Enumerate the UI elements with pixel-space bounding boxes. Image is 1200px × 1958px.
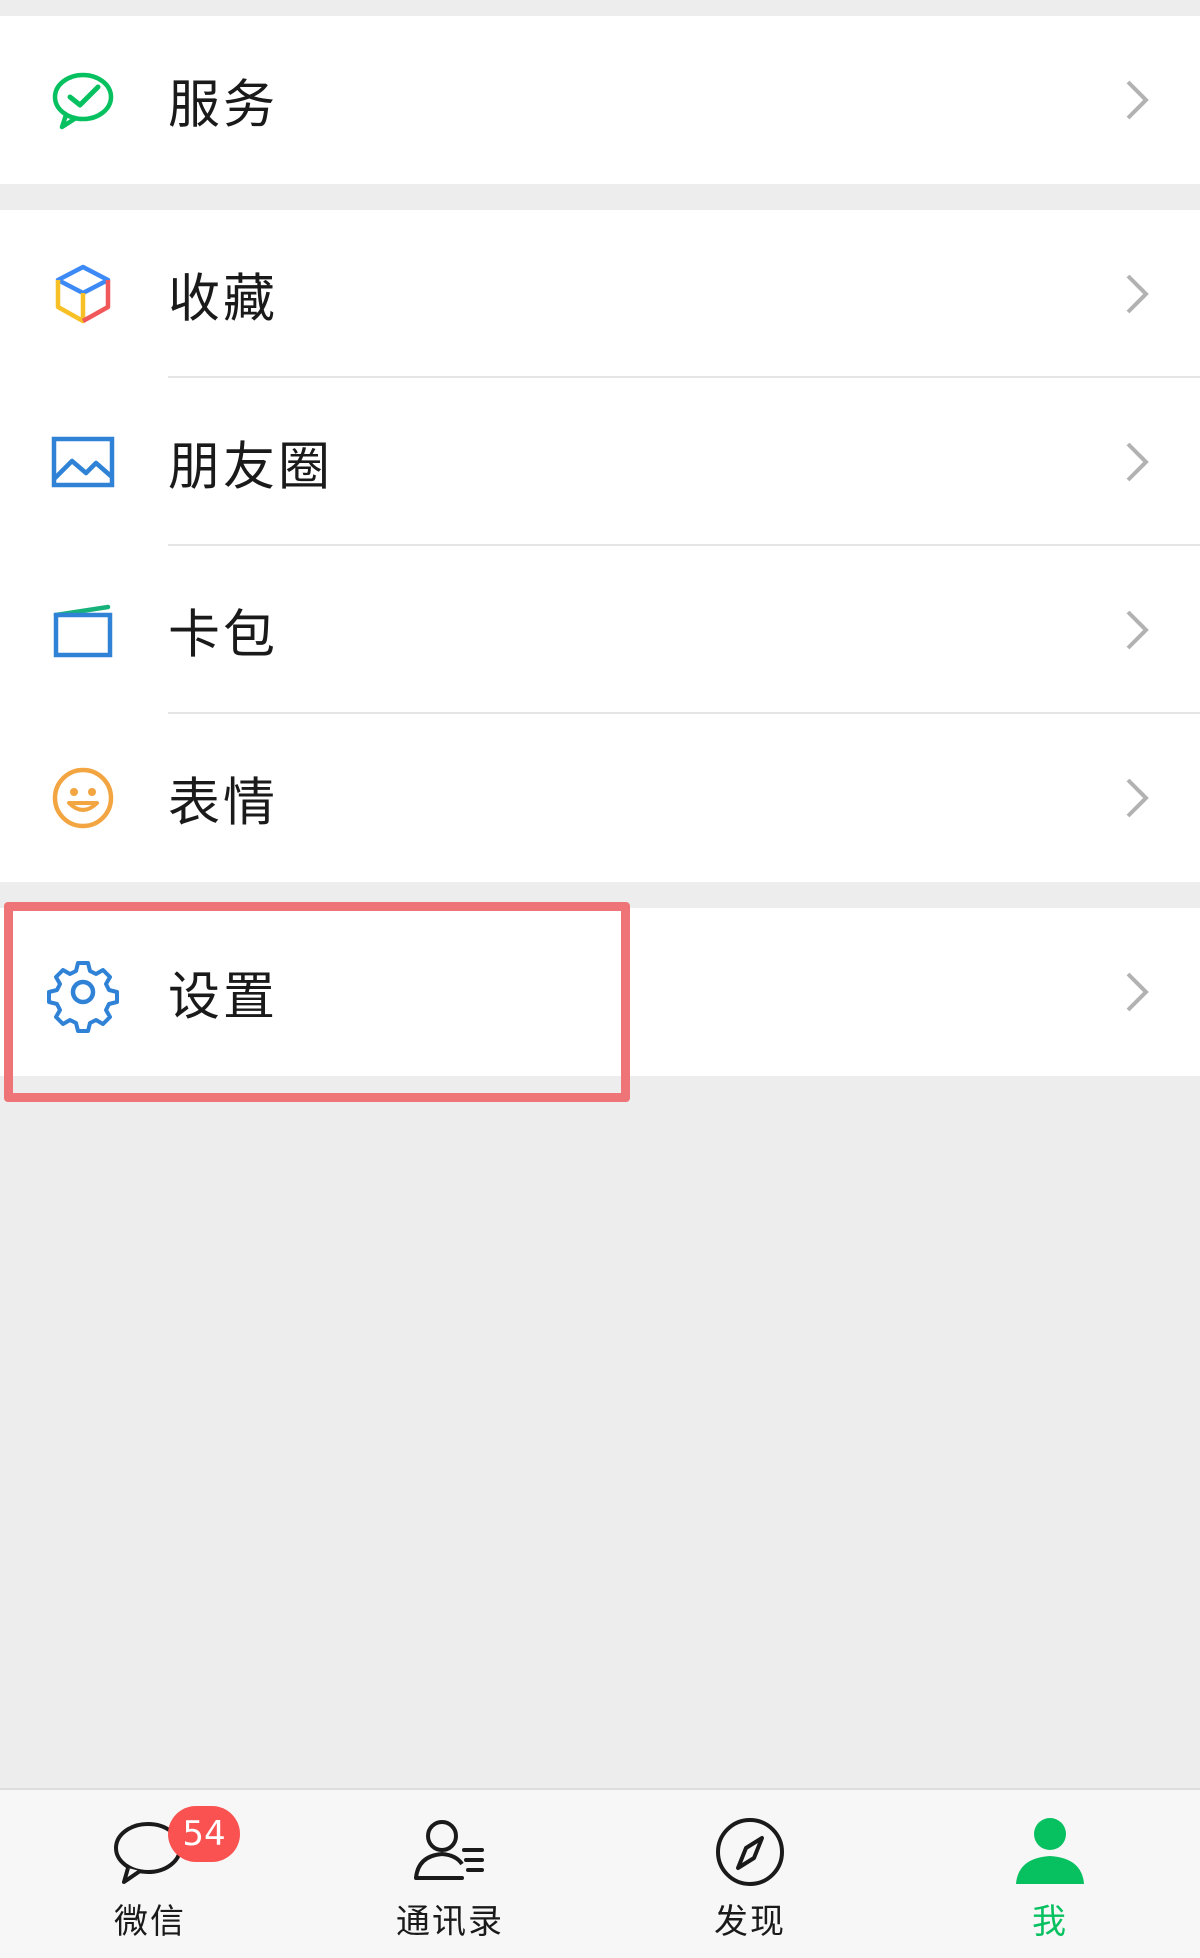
favorites-cube-icon [50, 264, 116, 324]
menu-item-label: 设置 [168, 967, 279, 1028]
smiley-icon [50, 767, 116, 829]
menu-group-settings: 设置 [0, 908, 1200, 1076]
chevron-right-icon [1126, 274, 1149, 314]
chevron-right-icon [1126, 972, 1149, 1012]
tab-chats[interactable]: 54 微信 [0, 1790, 300, 1958]
chevron-right-icon [1126, 80, 1149, 120]
person-icon [1010, 1812, 1090, 1892]
moments-photo-icon [50, 432, 116, 492]
menu-group-main: 收藏 朋友圈 卡包 表情 [0, 210, 1200, 882]
contacts-icon [410, 1812, 490, 1892]
bottom-tab-bar: 54 微信 通讯录 发现 我 [0, 1788, 1200, 1958]
tab-label: 通讯录 [396, 1902, 504, 1942]
unread-badge: 54 [168, 1806, 240, 1862]
menu-item-cards[interactable]: 卡包 [0, 546, 1200, 714]
tab-me[interactable]: 我 [900, 1790, 1200, 1958]
menu-item-favorites[interactable]: 收藏 [0, 210, 1200, 378]
chevron-right-icon [1126, 610, 1149, 650]
menu-item-moments[interactable]: 朋友圈 [0, 378, 1200, 546]
tab-label: 发现 [714, 1902, 786, 1942]
menu-group-services: 服务 [0, 16, 1200, 184]
menu-item-services[interactable]: 服务 [0, 16, 1200, 184]
compass-icon [710, 1812, 790, 1892]
gear-icon [47, 961, 119, 1033]
menu-item-label: 朋友圈 [168, 437, 334, 498]
menu-item-label: 收藏 [168, 269, 279, 330]
menu-item-label: 表情 [168, 773, 279, 834]
menu-item-label: 服务 [168, 75, 279, 136]
tab-label: 微信 [114, 1902, 186, 1942]
chevron-right-icon [1126, 442, 1149, 482]
tab-label: 我 [1032, 1902, 1068, 1942]
chevron-right-icon [1126, 778, 1149, 818]
card-wallet-icon [50, 600, 116, 660]
menu-item-settings[interactable]: 设置 [0, 908, 1200, 1076]
menu-item-stickers[interactable]: 表情 [0, 714, 1200, 882]
tab-contacts[interactable]: 通讯录 [300, 1790, 600, 1958]
services-check-icon [50, 70, 116, 130]
menu-item-label: 卡包 [168, 605, 279, 666]
tab-discover[interactable]: 发现 [600, 1790, 900, 1958]
